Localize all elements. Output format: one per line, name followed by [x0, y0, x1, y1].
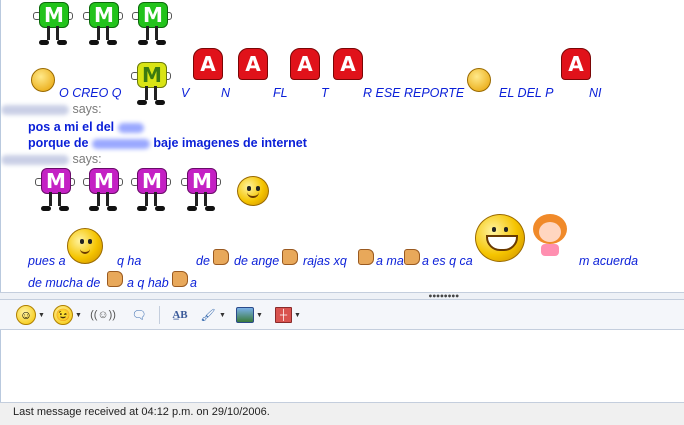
color-button[interactable]: 🖌 ▼ — [199, 305, 226, 325]
message-text: O CREO Q — [59, 86, 122, 100]
message-text: a — [190, 276, 197, 290]
animated-letter-m-magenta: M — [181, 168, 221, 214]
voice-clip-button[interactable]: 🗨 — [130, 305, 148, 325]
color-icon: 🖌 — [200, 308, 216, 322]
chevron-down-icon: ▼ — [75, 311, 82, 319]
animated-letter-m-green: M — [83, 2, 123, 48]
message-text: R ESE REPORTE — [363, 86, 465, 100]
chevron-down-icon: ▼ — [256, 311, 263, 319]
sender-line: says: — [1, 102, 102, 116]
last-message-status: Last message received at 04:12 p.m. on 2… — [13, 406, 270, 418]
animated-letter-a-red: A — [284, 48, 324, 88]
background-button[interactable]: ▼ — [236, 305, 263, 325]
font-icon: A̲B — [172, 309, 188, 321]
conversation-history: M M M O CREO Q M V A N A FL A T A R ESE … — [0, 0, 684, 292]
animated-letter-m-green: M — [33, 2, 73, 48]
animated-letter-m-magenta: M — [35, 168, 75, 214]
chevron-down-icon: ▼ — [219, 311, 226, 319]
animated-letter-m-magenta: M — [83, 168, 123, 214]
animated-letter-a-red: A — [327, 48, 367, 88]
gift-button[interactable]: ┼ ▼ — [275, 305, 301, 325]
formatting-toolbar: ☺ ▼ 😉 ▼ ((☺)) 🗨 A̲B 🖌 ▼ ▼ ┼ ▼ — [0, 300, 684, 330]
blurred-sender-name — [1, 154, 69, 165]
blurred-text — [117, 122, 144, 133]
message-text: a q hab — [127, 276, 169, 290]
message-text: a ma — [376, 254, 404, 268]
pointing-hand-icon — [213, 249, 229, 265]
message-text: a es q ca — [422, 254, 473, 268]
pane-splitter[interactable]: •••••••• — [0, 292, 684, 301]
message-input[interactable] — [0, 330, 684, 402]
nudge-icon: ((☺)) — [90, 309, 116, 321]
wink-icon: 😉 — [53, 305, 73, 325]
message-text: de mucha de — [28, 276, 101, 290]
message-text: V — [181, 86, 190, 100]
toolbar-divider — [159, 306, 160, 324]
message-text: porque de baje imagenes de internet — [28, 136, 307, 150]
pointing-hand-icon — [172, 271, 188, 287]
animated-letter-a-red: A — [187, 48, 227, 88]
message-text: FL — [273, 86, 288, 100]
message-text: N — [221, 86, 231, 100]
animated-letter-m-green: M — [132, 2, 172, 48]
devil-emoticon-icon — [467, 68, 491, 92]
emoticon-button[interactable]: ☺ ▼ — [16, 305, 45, 325]
pointing-hand-icon — [107, 271, 123, 287]
message-text: q ha — [117, 254, 142, 268]
message-text: rajas xq — [303, 254, 347, 268]
font-button[interactable]: A̲B — [171, 305, 189, 325]
wink-button[interactable]: 😉 ▼ — [53, 305, 82, 325]
big-grin-emoticon-icon — [475, 214, 525, 262]
gift-icon: ┼ — [275, 307, 292, 323]
message-text: de ange — [234, 254, 280, 268]
blurred-text — [91, 138, 150, 149]
status-bar: Last message received at 04:12 p.m. on 2… — [0, 402, 684, 425]
sender-line: says: — [1, 152, 102, 166]
pointing-hand-icon — [404, 249, 420, 265]
thinking-emoticon-icon — [67, 228, 103, 264]
message-text: NI — [589, 86, 602, 100]
message-text: EL DEL P — [499, 86, 554, 100]
animated-letter-a-red: A — [555, 48, 595, 88]
background-icon — [236, 307, 254, 323]
animated-letter-m-yellow: M — [131, 62, 171, 108]
voice-clip-icon: 🗨 — [131, 308, 147, 322]
pointing-hand-icon — [358, 249, 374, 265]
chevron-down-icon: ▼ — [294, 311, 301, 319]
pointing-hand-icon — [282, 249, 298, 265]
chevron-down-icon: ▼ — [38, 311, 45, 319]
devil-emoticon-icon — [31, 68, 55, 92]
animated-letter-m-magenta: M — [131, 168, 171, 214]
message-text: pos a mi el del — [28, 120, 144, 134]
girl-emoticon-icon — [529, 214, 569, 258]
message-text: pues a — [28, 254, 66, 268]
nudge-button[interactable]: ((☺)) — [90, 305, 116, 325]
animated-letter-a-red: A — [232, 48, 272, 88]
message-text: de — [196, 254, 210, 268]
message-text: m acuerda — [579, 254, 639, 268]
confused-emoticon-icon — [237, 176, 269, 206]
splitter-grip-icon[interactable]: •••••••• — [428, 293, 460, 301]
blurred-sender-name — [1, 104, 69, 115]
message-text: T — [321, 86, 329, 100]
emoticon-icon: ☺ — [16, 305, 36, 325]
